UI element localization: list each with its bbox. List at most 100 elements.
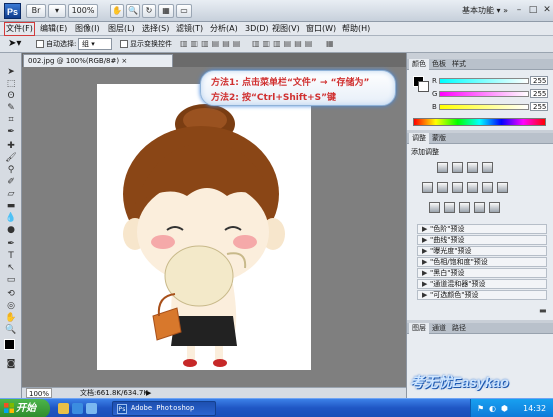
menu-layer[interactable]: 图层(L)	[108, 22, 135, 36]
close-button[interactable]: ✕	[540, 4, 553, 16]
screen-mode-button[interactable]: ▭	[176, 4, 192, 18]
hand-tool-icon[interactable]: ✋	[3, 313, 19, 324]
curves-icon[interactable]	[467, 162, 478, 173]
tray-clock[interactable]: 14:32	[523, 399, 546, 417]
slider-r[interactable]	[439, 78, 529, 84]
marquee-tool-icon[interactable]: ⬚	[3, 79, 19, 90]
gradient-tool-icon[interactable]: ▬	[3, 201, 19, 212]
3d-rotate-tool-icon[interactable]: ⟲	[3, 289, 19, 300]
move-tool-icon[interactable]: ➤	[3, 67, 19, 78]
slider-g[interactable]	[439, 91, 529, 97]
slider-b-value[interactable]: 255	[530, 102, 548, 111]
vibrance-icon[interactable]	[422, 182, 433, 193]
slider-b[interactable]	[439, 104, 529, 110]
workspace-switcher[interactable]: 基本功能 ▾ »	[462, 4, 508, 18]
color-bg-swatch[interactable]	[418, 81, 429, 92]
color-balance-icon[interactable]	[452, 182, 463, 193]
zoom-level-dropdown[interactable]: 100%	[68, 4, 98, 18]
menu-edit[interactable]: 编辑(E)	[40, 22, 67, 36]
shape-tool-icon[interactable]: ▭	[3, 275, 19, 286]
brush-tool-icon[interactable]: 🖌	[3, 153, 19, 164]
history-brush-tool-icon[interactable]: ✐	[3, 177, 19, 188]
preset-levels[interactable]: ▶ "色阶"预设	[417, 224, 547, 234]
tray-network-icon[interactable]: ⚑	[477, 404, 484, 413]
pen-tool-icon[interactable]: ✒	[3, 239, 19, 250]
status-zoom[interactable]: 100%	[26, 388, 52, 398]
channel-mixer-icon[interactable]	[497, 182, 508, 193]
auto-select-dropdown[interactable]: 组 ▾	[78, 38, 112, 50]
tab-channels[interactable]: 通道	[429, 323, 449, 334]
align-buttons[interactable]: ▥▥▥▤▤▤	[180, 39, 243, 48]
hue-saturation-icon[interactable]	[437, 182, 448, 193]
type-tool-icon[interactable]: T	[3, 251, 19, 262]
tab-color[interactable]: 颜色	[409, 59, 429, 70]
menu-3d[interactable]: 3D(D)	[245, 22, 269, 36]
auto-align-button[interactable]: ▦	[326, 39, 334, 48]
status-arrow-icon[interactable]: ▶	[146, 388, 151, 398]
view-extras-button[interactable]: ▾	[48, 4, 66, 18]
eyedropper-tool-icon[interactable]: ✒	[3, 127, 19, 138]
auto-select-checkbox[interactable]	[36, 40, 44, 48]
gradient-map-icon[interactable]	[474, 202, 485, 213]
rotate-view-button[interactable]: ↻	[142, 4, 156, 18]
menu-help[interactable]: 帮助(H)	[342, 22, 370, 36]
crop-tool-icon[interactable]: ⌗	[3, 115, 19, 126]
menu-view[interactable]: 视图(V)	[272, 22, 300, 36]
healing-brush-tool-icon[interactable]: ✚	[3, 141, 19, 152]
menu-file[interactable]: 文件(F)	[4, 22, 35, 36]
preset-curves[interactable]: ▶ "曲线"预设	[417, 235, 547, 245]
panel-menu-icon[interactable]: ▬	[539, 306, 547, 315]
hand-tool-button[interactable]: ✋	[110, 4, 124, 18]
close-tab-icon[interactable]: ×	[121, 57, 127, 65]
photo-filter-icon[interactable]	[482, 182, 493, 193]
bridge-button[interactable]: Br	[26, 4, 46, 18]
taskbar-photoshop-item[interactable]: Ps Adobe Photoshop	[112, 401, 216, 416]
color-spectrum-bar[interactable]	[413, 118, 546, 126]
preset-channel-mixer[interactable]: ▶ "通道混和器"预设	[417, 279, 547, 289]
maximize-button[interactable]: □	[526, 4, 540, 16]
threshold-icon[interactable]	[459, 202, 470, 213]
tab-masks[interactable]: 蒙版	[429, 133, 449, 144]
lasso-tool-icon[interactable]: ʘ	[3, 91, 19, 102]
path-selection-tool-icon[interactable]: ↖	[3, 263, 19, 274]
menu-select[interactable]: 选择(S)	[142, 22, 169, 36]
3d-orbit-tool-icon[interactable]: ◎	[3, 301, 19, 312]
levels-icon[interactable]	[452, 162, 463, 173]
start-button[interactable]: 开始	[0, 399, 50, 417]
document-tab[interactable]: 002.jpg @ 100%(RGB/8#) ×	[23, 54, 173, 67]
tab-adjustments[interactable]: 调整	[409, 133, 429, 144]
selective-color-icon[interactable]	[489, 202, 500, 213]
exposure-icon[interactable]	[482, 162, 493, 173]
move-tool-preset-icon[interactable]: ➤▾	[8, 38, 21, 49]
zoom-tool-button[interactable]: 🔍	[126, 4, 140, 18]
menu-filter[interactable]: 滤镜(T)	[176, 22, 203, 36]
document-canvas-area[interactable]	[22, 67, 406, 387]
quick-mask-icon[interactable]: ◙	[3, 359, 19, 370]
dodge-tool-icon[interactable]: ●	[3, 225, 19, 236]
slider-g-value[interactable]: 255	[530, 89, 548, 98]
black-white-icon[interactable]	[467, 182, 478, 193]
minimize-button[interactable]: –	[512, 4, 526, 16]
eraser-tool-icon[interactable]: ▱	[3, 189, 19, 200]
document-canvas[interactable]	[97, 84, 311, 370]
show-transform-checkbox[interactable]	[120, 40, 128, 48]
quick-launch-desktop-icon[interactable]	[86, 403, 97, 414]
tab-layers[interactable]: 图层	[409, 323, 429, 334]
preset-selective-color[interactable]: ▶ "可选颜色"预设	[417, 290, 547, 300]
quick-select-tool-icon[interactable]: ✎	[3, 103, 19, 114]
foreground-color-swatch[interactable]	[4, 339, 15, 350]
tab-styles[interactable]: 样式	[449, 59, 469, 70]
invert-icon[interactable]	[429, 202, 440, 213]
slider-r-value[interactable]: 255	[530, 76, 548, 85]
distribute-buttons[interactable]: ▥▥▥▤▤▤	[252, 39, 315, 48]
tray-volume-icon[interactable]: ◐	[489, 404, 496, 413]
tab-paths[interactable]: 路径	[449, 323, 469, 334]
clone-stamp-tool-icon[interactable]: ⚲	[3, 165, 19, 176]
menu-window[interactable]: 窗口(W)	[306, 22, 336, 36]
menu-image[interactable]: 图像(I)	[75, 22, 100, 36]
zoom-tool-icon[interactable]: 🔍	[3, 325, 19, 336]
preset-exposure[interactable]: ▶ "曝光度"预设	[417, 246, 547, 256]
arrange-documents-button[interactable]: ▦	[158, 4, 174, 18]
brightness-contrast-icon[interactable]	[437, 162, 448, 173]
menu-analysis[interactable]: 分析(A)	[210, 22, 238, 36]
